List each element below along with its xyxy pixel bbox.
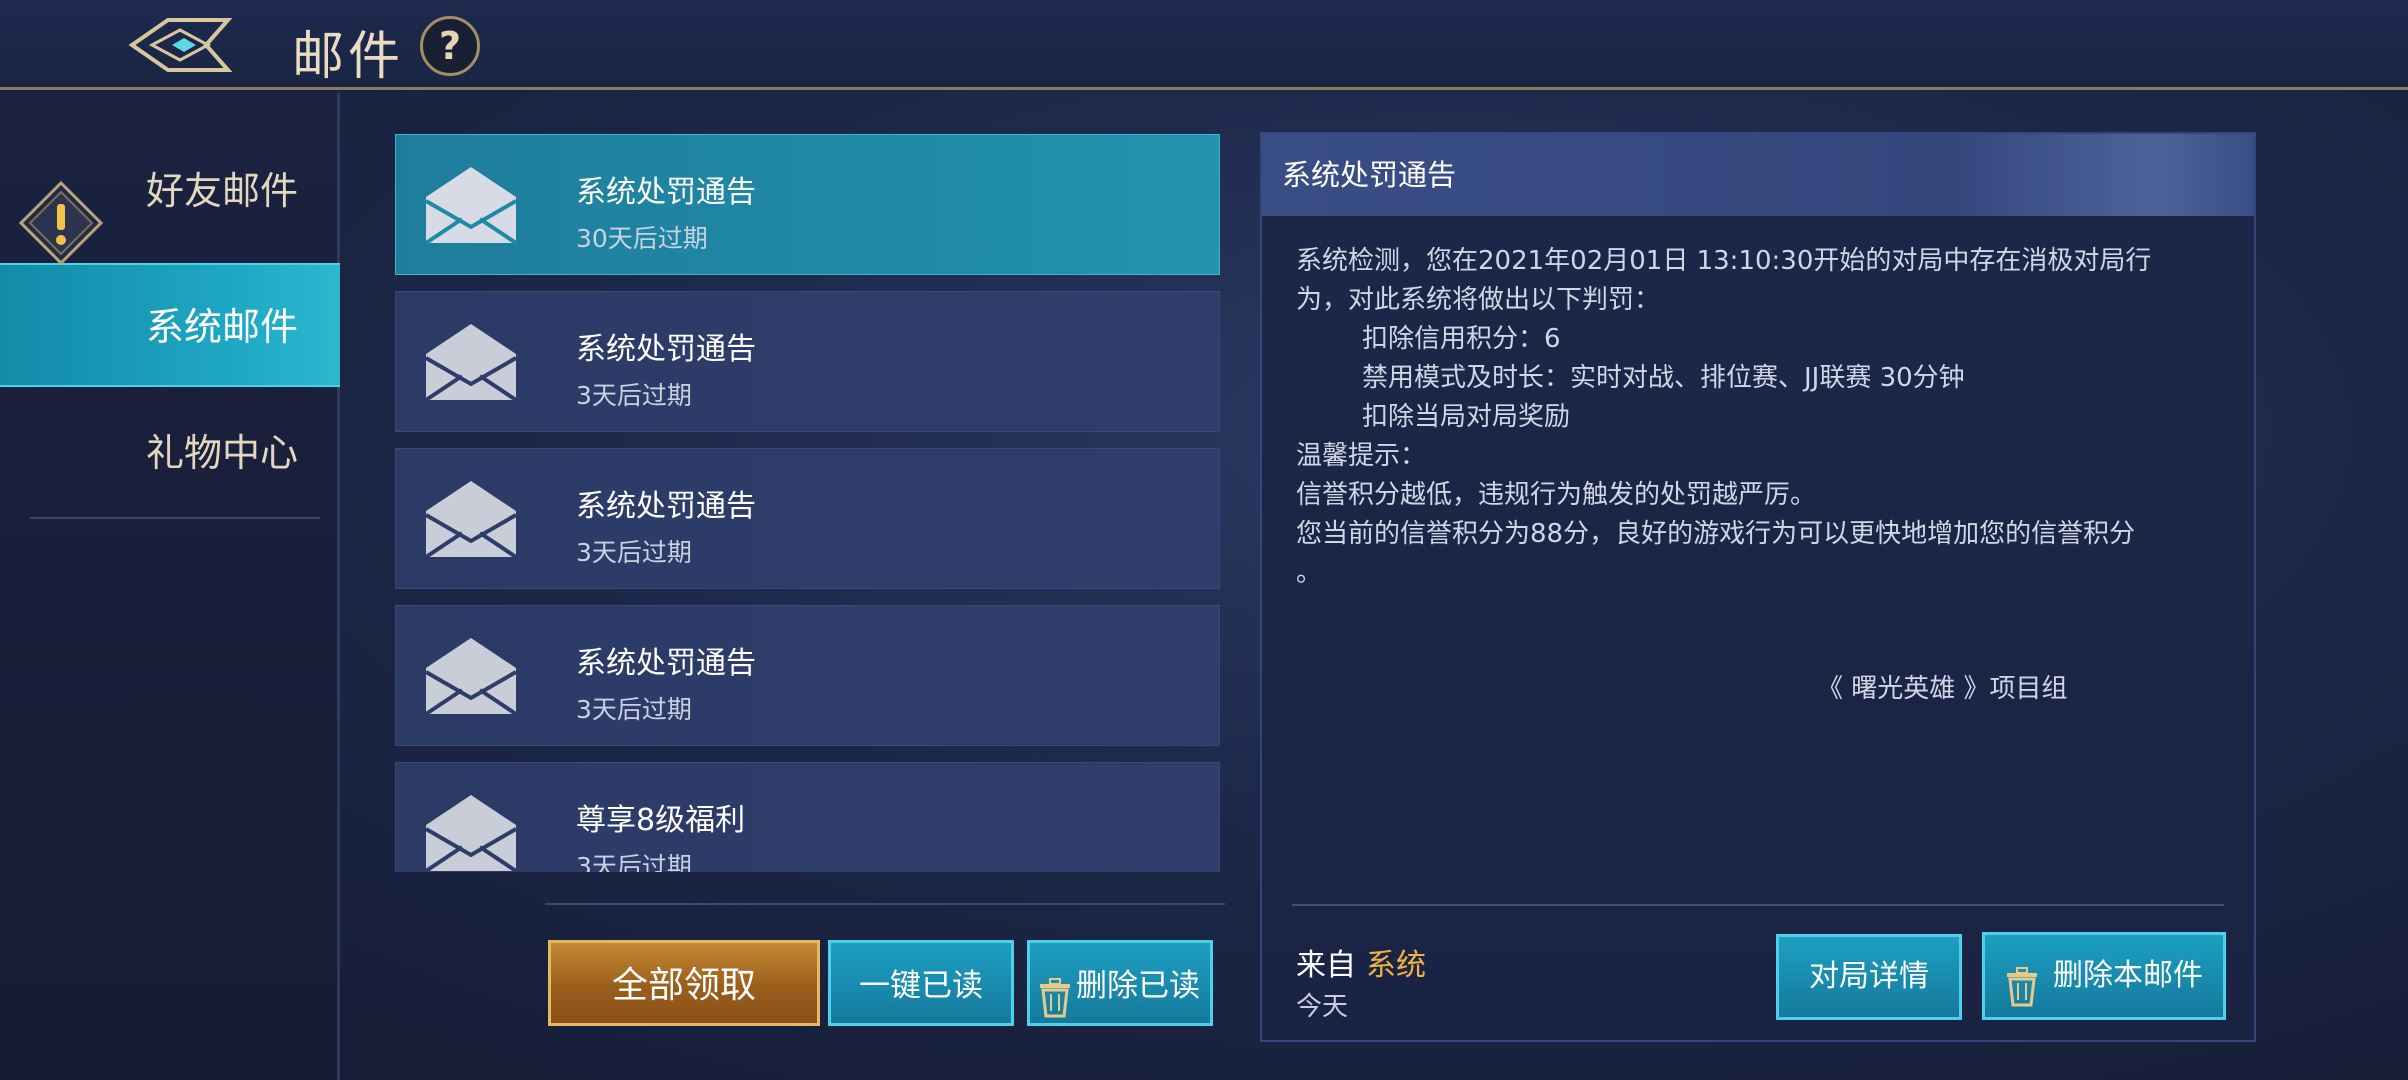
sidebar-item-gift-center[interactable]: 礼物中心 [0,391,340,515]
trash-icon [1038,965,1072,1018]
envelope-icon [424,165,518,245]
mail-expire: 3天后过期 [576,381,692,410]
body-line: 扣除当局对局奖励 [1362,402,1571,432]
mail-title: 系统处罚通告 [576,332,756,367]
mail-date: 今天 [1296,992,1349,1022]
match-detail-button[interactable]: 对局详情 [1776,934,1962,1020]
delete-mail-button[interactable]: 删除本邮件 [1982,932,2226,1020]
mail-sender-line: 来自 系统 [1296,940,1426,984]
mail-list-item[interactable]: 尊享8级福利 3天后过期 [395,762,1220,872]
envelope-icon [424,322,518,402]
mail-expire: 30天后过期 [576,224,708,253]
mail-detail-title: 系统处罚通告 [1262,134,2254,216]
alert-icon [18,180,104,266]
mail-detail-body: 系统检测，您在2021年02月01日 13:10:30开始的对局中存在消极对局行… [1296,242,2226,593]
mail-sender: 系统 [1366,948,1426,983]
mail-title: 系统处罚通告 [576,489,756,524]
delete-read-button[interactable]: 删除已读 [1027,940,1213,1026]
mail-title: 系统处罚通告 [576,175,756,210]
mail-expire: 3天后过期 [576,852,692,872]
delete-mail-label: 删除本邮件 [2053,958,2203,993]
mail-list-item[interactable]: 系统处罚通告 3天后过期 [395,448,1220,589]
envelope-icon [424,636,518,716]
detail-divider [1292,904,2224,906]
mark-all-read-button[interactable]: 一键已读 [828,940,1014,1026]
mail-expire: 3天后过期 [576,538,692,567]
back-icon[interactable] [128,12,238,78]
mail-title: 系统处罚通告 [576,646,756,681]
sidebar-divider [30,517,320,519]
body-line: 信誉积分越低，违规行为触发的处罚越严厉。 [1296,480,1817,510]
from-prefix: 来自 [1296,948,1356,983]
mail-signature: 《 曙光英雄 》项目组 [1817,674,2068,704]
mail-expire: 3天后过期 [576,695,692,724]
help-icon[interactable]: ? [420,16,480,76]
body-line: 温馨提示： [1296,441,1427,471]
mail-detail-panel: 系统处罚通告 系统检测，您在2021年02月01日 13:10:30开始的对局中… [1260,132,2256,1042]
mail-list-item[interactable]: 系统处罚通告 3天后过期 [395,605,1220,746]
mail-list-item[interactable]: 系统处罚通告 30天后过期 [395,134,1220,275]
trash-icon [2005,957,2039,1007]
body-line: 扣除信用积分：6 [1362,324,1561,354]
envelope-icon [424,793,518,872]
body-line: 。 [1296,558,1323,588]
body-line: 您当前的信誉积分为88分，良好的游戏行为可以更快地增加您的信誉积分 [1296,519,2136,549]
body-line: 系统检测，您在2021年02月01日 13:10:30开始的对局中存在消极对局行 [1296,246,2152,276]
envelope-icon [424,479,518,559]
sidebar-item-system-mail[interactable]: 系统邮件 [0,263,340,387]
claim-all-button[interactable]: 全部领取 [548,940,820,1026]
list-divider [545,903,1225,905]
body-line: 禁用模式及时长：实时对战、排位赛、JJ联赛 30分钟 [1362,363,1965,393]
mail-list-item[interactable]: 系统处罚通告 3天后过期 [395,291,1220,432]
delete-read-label: 删除已读 [1076,968,1200,1004]
top-bar: 邮件 ? [0,0,2408,90]
mail-title: 尊享8级福利 [576,803,746,838]
body-line: 为，对此系统将做出以下判罚： [1296,285,1661,315]
mail-list: 系统处罚通告 30天后过期 系统处罚通告 3天后过期 系统处罚通告 3天后过期 … [395,134,1220,872]
page-title: 邮件 [292,27,405,87]
